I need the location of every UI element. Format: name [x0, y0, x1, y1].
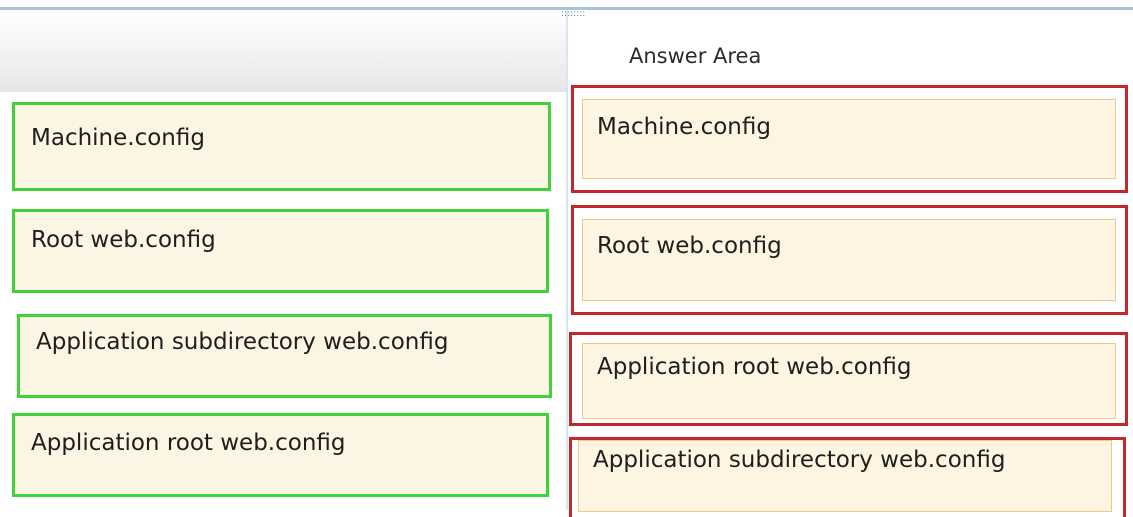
answer-card-label: Application root web.config	[597, 354, 912, 380]
answer-card-root-web-config[interactable]: Root web.config	[582, 219, 1116, 301]
source-item-label: Root web.config	[31, 227, 216, 253]
answer-area-title: Answer Area	[629, 44, 762, 68]
answer-card-label: Application subdirectory web.config	[593, 447, 1006, 473]
source-panel-header	[0, 10, 566, 92]
answer-card-machine-config[interactable]: Machine.config	[582, 99, 1116, 179]
source-item-label: Machine.config	[31, 125, 205, 151]
answer-card-label: Root web.config	[597, 233, 782, 259]
splitter-grip-handle[interactable]: ::::::::	[559, 0, 585, 510]
answer-card-label: Machine.config	[597, 114, 771, 140]
source-item-machine-config[interactable]: Machine.config	[12, 102, 551, 191]
source-item-application-subdirectory-web-config[interactable]: Application subdirectory web.config	[17, 314, 552, 398]
source-item-application-root-web-config[interactable]: Application root web.config	[12, 413, 549, 497]
grip-dots-icon: ::::::::	[561, 9, 586, 19]
source-item-label: Application root web.config	[31, 430, 346, 456]
source-item-root-web-config[interactable]: Root web.config	[12, 209, 549, 293]
answer-card-application-root-web-config[interactable]: Application root web.config	[582, 343, 1116, 419]
answer-card-application-subdirectory-web-config[interactable]: Application subdirectory web.config	[578, 440, 1112, 512]
source-item-label: Application subdirectory web.config	[36, 329, 449, 355]
